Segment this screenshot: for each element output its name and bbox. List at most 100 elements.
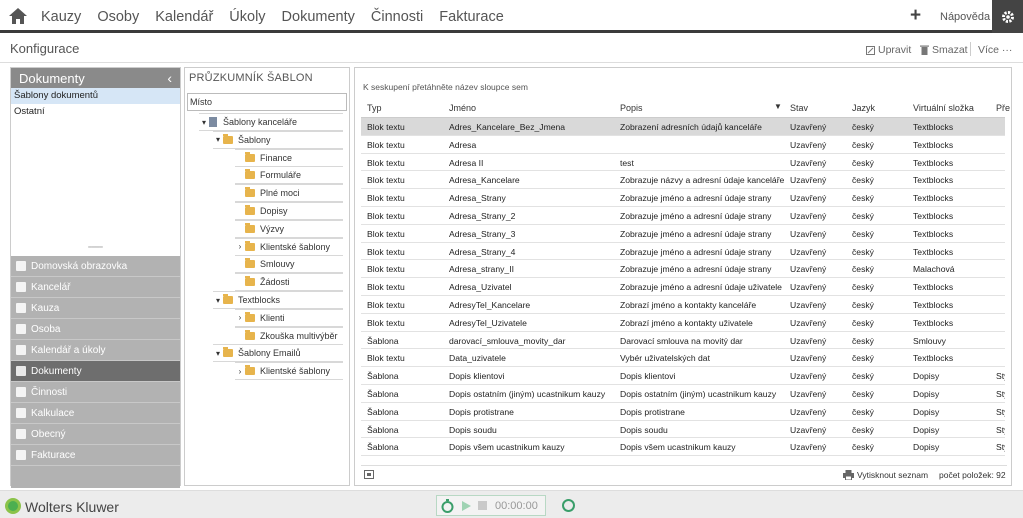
tree-node[interactable]: › Klientské šablony: [235, 237, 343, 256]
nav-item-4[interactable]: Dokumenty: [282, 9, 355, 25]
table-row[interactable]: Blok textu AdresyTel_Uzivatele Zobrazí jmé…: [361, 314, 1005, 332]
expand-arrow-icon[interactable]: ›: [235, 313, 245, 322]
delete-button[interactable]: Smazat: [920, 44, 968, 56]
other-item[interactable]: Ostatní: [11, 104, 180, 120]
table-row[interactable]: Šablona Dopis ostatním (jiným) ucastnikum…: [361, 385, 1005, 403]
collapse-chevron-icon[interactable]: ‹: [167, 70, 172, 86]
column-header[interactable]: Stav: [790, 103, 808, 113]
clock-icon[interactable]: [562, 499, 575, 512]
tree-node[interactable]: Finance: [235, 148, 343, 167]
table-row[interactable]: Šablona darovací_smlouva_movity_dar Darova…: [361, 332, 1005, 350]
column-header[interactable]: Virtuální složka: [913, 103, 974, 113]
stop-icon[interactable]: [478, 501, 487, 510]
tree-node[interactable]: Plné moci: [235, 184, 343, 203]
stopwatch-icon[interactable]: [441, 498, 454, 513]
nav-item-3[interactable]: Úkoly: [229, 9, 265, 25]
collapse-arrow-icon[interactable]: ▾: [213, 135, 223, 144]
table-row[interactable]: Šablona Dopis protistrane Dopis protistran…: [361, 403, 1005, 421]
filter-icon[interactable]: ▼: [774, 102, 782, 111]
table-cell: Šablona: [367, 406, 399, 417]
documents-section-header[interactable]: Dokumenty ‹: [11, 68, 180, 88]
group-by-hint[interactable]: K seskupení přetáhněte název sloupce sem: [363, 82, 528, 92]
table-row[interactable]: Blok textu Adresa_Strany_4 Zobrazuje jméno…: [361, 243, 1005, 261]
module-nav-label: Domovská obrazovka: [31, 260, 128, 272]
location-column-header[interactable]: Místo: [187, 93, 347, 111]
table-row[interactable]: Blok textu Adresa_Strany_3 Zobrazuje jméno…: [361, 225, 1005, 243]
edit-button[interactable]: Upravit: [866, 44, 911, 56]
tree-node[interactable]: › Klientské šablony: [235, 362, 343, 381]
more-button[interactable]: Více ···: [978, 44, 1012, 56]
table-row[interactable]: Blok textu Adresa_Kancelare Zobrazuje názv…: [361, 171, 1005, 190]
tree-node[interactable]: Výzvy: [235, 219, 343, 238]
table-row[interactable]: Blok textu Adresa_strany_II Zobrazuje jmén…: [361, 260, 1005, 279]
tree-node[interactable]: Žádosti: [235, 273, 343, 292]
table-cell: Uzavřený: [790, 282, 827, 293]
table-cell: Blok textu: [367, 157, 405, 168]
collapse-arrow-icon[interactable]: ▾: [199, 118, 209, 127]
table-cell: Uzavřený: [790, 424, 827, 435]
help-link[interactable]: Nápověda: [940, 11, 990, 23]
resize-grip[interactable]: ━━━━: [11, 244, 180, 251]
add-icon[interactable]: +: [910, 6, 921, 25]
module-nav-item[interactable]: Kalkulace: [11, 403, 180, 424]
print-list-button[interactable]: Vytisknout seznam: [857, 470, 928, 480]
table-row[interactable]: Blok textu Adresa_Strany_2 Zobrazuje jméno…: [361, 207, 1005, 225]
module-nav-item[interactable]: Činnosti: [11, 382, 180, 403]
tree-node-label: Textblocks: [238, 295, 281, 305]
column-header[interactable]: Popis: [620, 103, 643, 113]
table-row[interactable]: Blok textu Adresa_Uzivatel Zobrazuje jméno…: [361, 278, 1005, 296]
table-cell: Sty: [996, 388, 1005, 399]
module-nav-item[interactable]: Kancelář: [11, 277, 180, 298]
nav-item-1[interactable]: Osoby: [97, 9, 139, 25]
play-icon[interactable]: [462, 500, 471, 511]
collapse-arrow-icon[interactable]: ▾: [213, 296, 223, 305]
module-nav-item[interactable]: Dokumenty: [11, 361, 180, 382]
column-header[interactable]: Jméno: [449, 103, 476, 113]
tree-node[interactable]: ▾ Textblocks: [213, 291, 343, 309]
export-icon[interactable]: [364, 470, 374, 479]
table-row[interactable]: Blok textu Adresa II test Uzavřený český Text…: [361, 154, 1005, 172]
module-nav-item[interactable]: Osoba: [11, 319, 180, 340]
tree-node[interactable]: Formuláře: [235, 166, 343, 185]
tree-node[interactable]: › Klienti: [235, 308, 343, 327]
tree-node[interactable]: Dopisy: [235, 202, 343, 220]
column-header[interactable]: Typ: [367, 103, 382, 113]
table-cell: Šablona: [367, 388, 399, 399]
table-row[interactable]: Blok textu Adres_Kancelare_Bez_Jmena Zobra…: [361, 118, 1005, 136]
nav-item-0[interactable]: Kauzy: [41, 9, 81, 25]
collapse-arrow-icon[interactable]: ▾: [213, 349, 223, 358]
template-explorer: PRŮZKUMNÍK ŠABLON Místo ▾ Šablony kancelá…: [184, 67, 350, 486]
table-cell: český: [852, 371, 874, 382]
folder-icon: [245, 240, 255, 251]
table-row[interactable]: Blok textu Adresa_Strany Zobrazuje jméno a…: [361, 189, 1005, 207]
module-nav-item[interactable]: Fakturace: [11, 445, 180, 466]
table-row[interactable]: Šablona Dopis soudu Dopis soudu Uzavřený čes…: [361, 421, 1005, 439]
module-nav-item[interactable]: Kalendář a úkoly: [11, 340, 180, 361]
table-row[interactable]: Blok textu Data_uzivatele Vybér uživatelsk…: [361, 349, 1005, 368]
table-row[interactable]: Šablona Dopis všem ucastnikum kauzy Dopis …: [361, 438, 1005, 457]
table-row[interactable]: Šablona Dopis klientovi Dopis klientovi Uza…: [361, 367, 1005, 385]
tree-node[interactable]: ▾ Šablony kanceláře: [199, 113, 343, 131]
module-nav-item[interactable]: Obecný: [11, 424, 180, 445]
nav-item-6[interactable]: Fakturace: [439, 9, 503, 25]
settings-button[interactable]: [992, 0, 1023, 33]
module-nav-item[interactable]: Kauza: [11, 298, 180, 319]
gear-icon: [1001, 10, 1014, 23]
nav-item-5[interactable]: Činnosti: [371, 9, 423, 25]
table-row[interactable]: Blok textu AdresyTel_Kancelare Zobrazí jmé…: [361, 296, 1005, 314]
expand-arrow-icon[interactable]: ›: [235, 242, 245, 251]
column-header[interactable]: Pře: [996, 103, 1010, 113]
table-cell: český: [852, 406, 874, 417]
table-cell: Uzavřený: [790, 246, 827, 257]
column-header[interactable]: Jazyk: [852, 103, 875, 113]
home-icon[interactable]: [8, 7, 28, 25]
document-templates-item[interactable]: Šablony dokumentů: [11, 88, 180, 104]
tree-node[interactable]: Smlouvy: [235, 255, 343, 274]
module-nav-item[interactable]: Domovská obrazovka: [11, 256, 180, 277]
table-row[interactable]: Blok textu Adresa Uzavřený český Textblocks: [361, 136, 1005, 154]
tree-node[interactable]: Zkouška multivýběr: [235, 326, 343, 345]
tree-node[interactable]: ▾ Šablony Emailů: [213, 344, 343, 363]
expand-arrow-icon[interactable]: ›: [235, 367, 245, 376]
nav-item-2[interactable]: Kalendář: [155, 9, 213, 25]
tree-node[interactable]: ▾ Šablony: [213, 130, 343, 149]
